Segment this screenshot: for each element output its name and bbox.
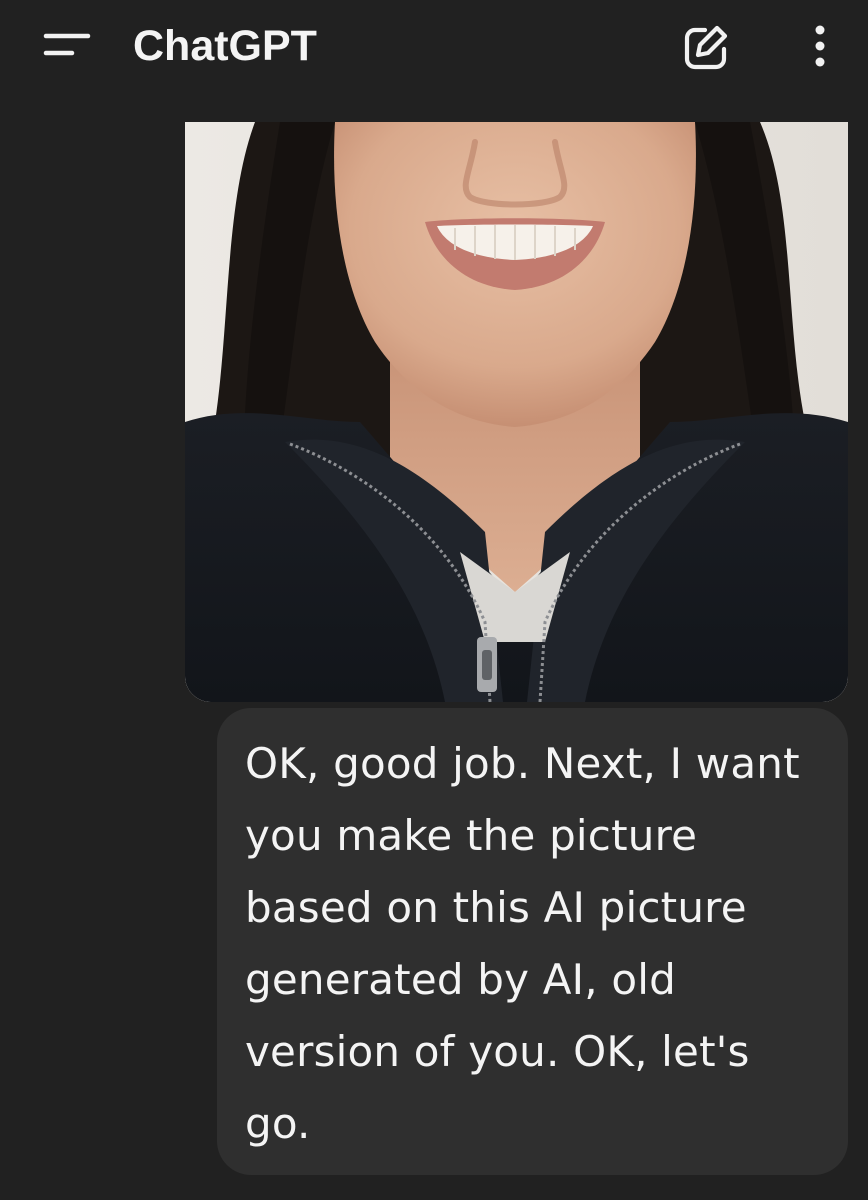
more-options-button[interactable] xyxy=(800,20,840,76)
user-message-text: OK, good job. Next, I want you make the … xyxy=(245,739,800,1148)
chat-screen: ChatGPT OK, good job. Next, I want you m… xyxy=(0,0,868,1200)
menu-button[interactable] xyxy=(36,24,100,72)
top-app-bar: ChatGPT xyxy=(0,0,868,100)
user-message-bubble[interactable]: OK, good job. Next, I want you make the … xyxy=(217,708,848,1175)
edit-square-icon xyxy=(684,25,728,70)
menu-icon xyxy=(43,33,91,56)
more-vertical-icon xyxy=(815,25,825,67)
user-image-message[interactable] xyxy=(185,122,848,702)
app-title: ChatGPT xyxy=(133,22,317,70)
new-chat-button[interactable] xyxy=(680,22,732,74)
portrait-photo xyxy=(185,122,848,702)
